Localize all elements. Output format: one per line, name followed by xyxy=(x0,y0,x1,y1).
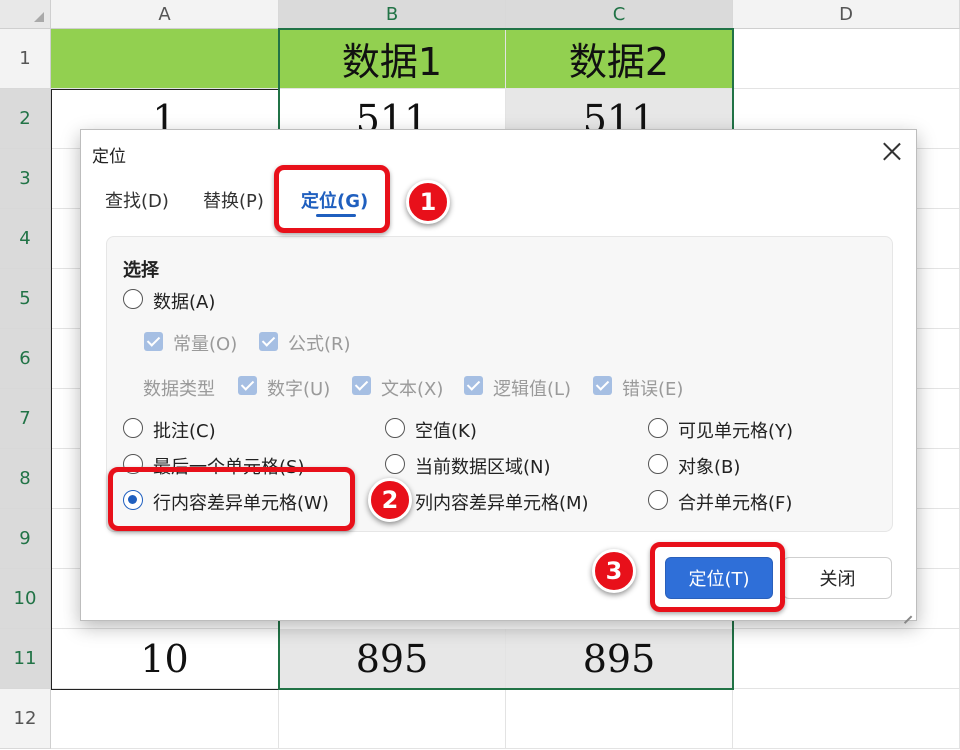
row-header-4[interactable]: 4 xyxy=(0,209,51,269)
check-constant[interactable] xyxy=(144,332,163,351)
radio-comment[interactable] xyxy=(123,418,143,438)
row-header-9[interactable]: 9 xyxy=(0,509,51,569)
cell-a11[interactable]: 10 xyxy=(51,629,279,689)
column-header-d[interactable]: D xyxy=(733,0,960,29)
data-type-label: 数据类型 xyxy=(143,379,215,400)
radio-merged-label: 合并单元格(F) xyxy=(678,493,793,514)
radio-current-region[interactable] xyxy=(385,454,405,474)
check-error[interactable] xyxy=(593,376,612,395)
radio-last-cell-label: 最后一个单元格(S) xyxy=(153,457,305,478)
row-header-8[interactable]: 8 xyxy=(0,449,51,509)
column-header-a[interactable]: A xyxy=(51,0,279,29)
radio-row-diff[interactable] xyxy=(123,490,143,510)
cell-d11[interactable] xyxy=(733,629,960,689)
row-header-3[interactable]: 3 xyxy=(0,149,51,209)
check-logical[interactable] xyxy=(464,376,483,395)
radio-last-cell[interactable] xyxy=(123,454,143,474)
check-number[interactable] xyxy=(238,376,257,395)
radio-visible-cells[interactable] xyxy=(648,418,668,438)
radio-blank[interactable] xyxy=(385,418,405,438)
row-header-5[interactable]: 5 xyxy=(0,269,51,329)
section-title: 选择 xyxy=(123,260,159,281)
check-formula-label: 公式(R) xyxy=(288,334,351,355)
check-constant-label: 常量(O) xyxy=(173,334,238,355)
go-to-dialog: 定位 查找(D) 替换(P) 定位(G) 选择 数据(A) 常量(O) 公式(R… xyxy=(80,129,917,621)
row-header-2[interactable]: 2 xyxy=(0,89,51,149)
row-header-11[interactable]: 11 xyxy=(0,629,51,689)
cell-a1[interactable] xyxy=(51,29,279,89)
check-text[interactable] xyxy=(352,376,371,395)
cell-c1[interactable]: 数据2 xyxy=(506,29,733,89)
cell-c12[interactable] xyxy=(506,689,733,749)
close-icon[interactable] xyxy=(882,141,902,161)
tab-goto[interactable]: 定位(G) xyxy=(301,187,368,213)
check-formula[interactable] xyxy=(259,332,278,351)
radio-data[interactable] xyxy=(123,289,143,309)
cell-d12[interactable] xyxy=(733,689,960,749)
check-number-label: 数字(U) xyxy=(267,379,331,400)
radio-current-region-label: 当前数据区域(N) xyxy=(415,457,551,478)
tab-replace[interactable]: 替换(P) xyxy=(203,187,264,213)
check-error-label: 错误(E) xyxy=(622,379,684,400)
check-text-label: 文本(X) xyxy=(381,379,444,400)
column-header-b[interactable]: B xyxy=(279,0,506,29)
step-badge-3: 3 xyxy=(592,549,636,593)
tab-find[interactable]: 查找(D) xyxy=(105,187,169,213)
step-badge-2: 2 xyxy=(368,478,412,522)
row-header-12[interactable]: 12 xyxy=(0,689,51,749)
cell-b12[interactable] xyxy=(279,689,506,749)
locate-button[interactable]: 定位(T) xyxy=(665,557,773,599)
column-header-c[interactable]: C xyxy=(506,0,733,29)
select-all-icon xyxy=(34,12,44,22)
check-logical-label: 逻辑值(L) xyxy=(493,379,572,400)
row-header-10[interactable]: 10 xyxy=(0,569,51,629)
dialog-title: 定位 xyxy=(92,147,126,167)
step-badge-1: 1 xyxy=(406,180,450,224)
select-all-corner[interactable] xyxy=(0,0,51,29)
radio-visible-cells-label: 可见单元格(Y) xyxy=(678,421,794,442)
cell-b1[interactable]: 数据1 xyxy=(279,29,506,89)
radio-merged[interactable] xyxy=(648,490,668,510)
close-button[interactable]: 关闭 xyxy=(783,557,892,599)
radio-data-label: 数据(A) xyxy=(153,292,216,313)
row-header-1[interactable]: 1 xyxy=(0,29,51,89)
radio-row-diff-label: 行内容差异单元格(W) xyxy=(153,493,329,514)
radio-col-diff-label: 列内容差异单元格(M) xyxy=(415,493,589,514)
cell-a12[interactable] xyxy=(51,689,279,749)
cell-b11[interactable]: 895 xyxy=(279,629,506,689)
radio-comment-label: 批注(C) xyxy=(153,421,216,442)
resize-grip-icon[interactable] xyxy=(902,606,912,616)
row-header-6[interactable]: 6 xyxy=(0,329,51,389)
cell-c11[interactable]: 895 xyxy=(506,629,733,689)
radio-objects-label: 对象(B) xyxy=(678,457,741,478)
radio-blank-label: 空值(K) xyxy=(415,421,477,442)
radio-objects[interactable] xyxy=(648,454,668,474)
row-header-7[interactable]: 7 xyxy=(0,389,51,449)
cell-d1[interactable] xyxy=(733,29,960,89)
active-tab-indicator xyxy=(316,214,356,217)
